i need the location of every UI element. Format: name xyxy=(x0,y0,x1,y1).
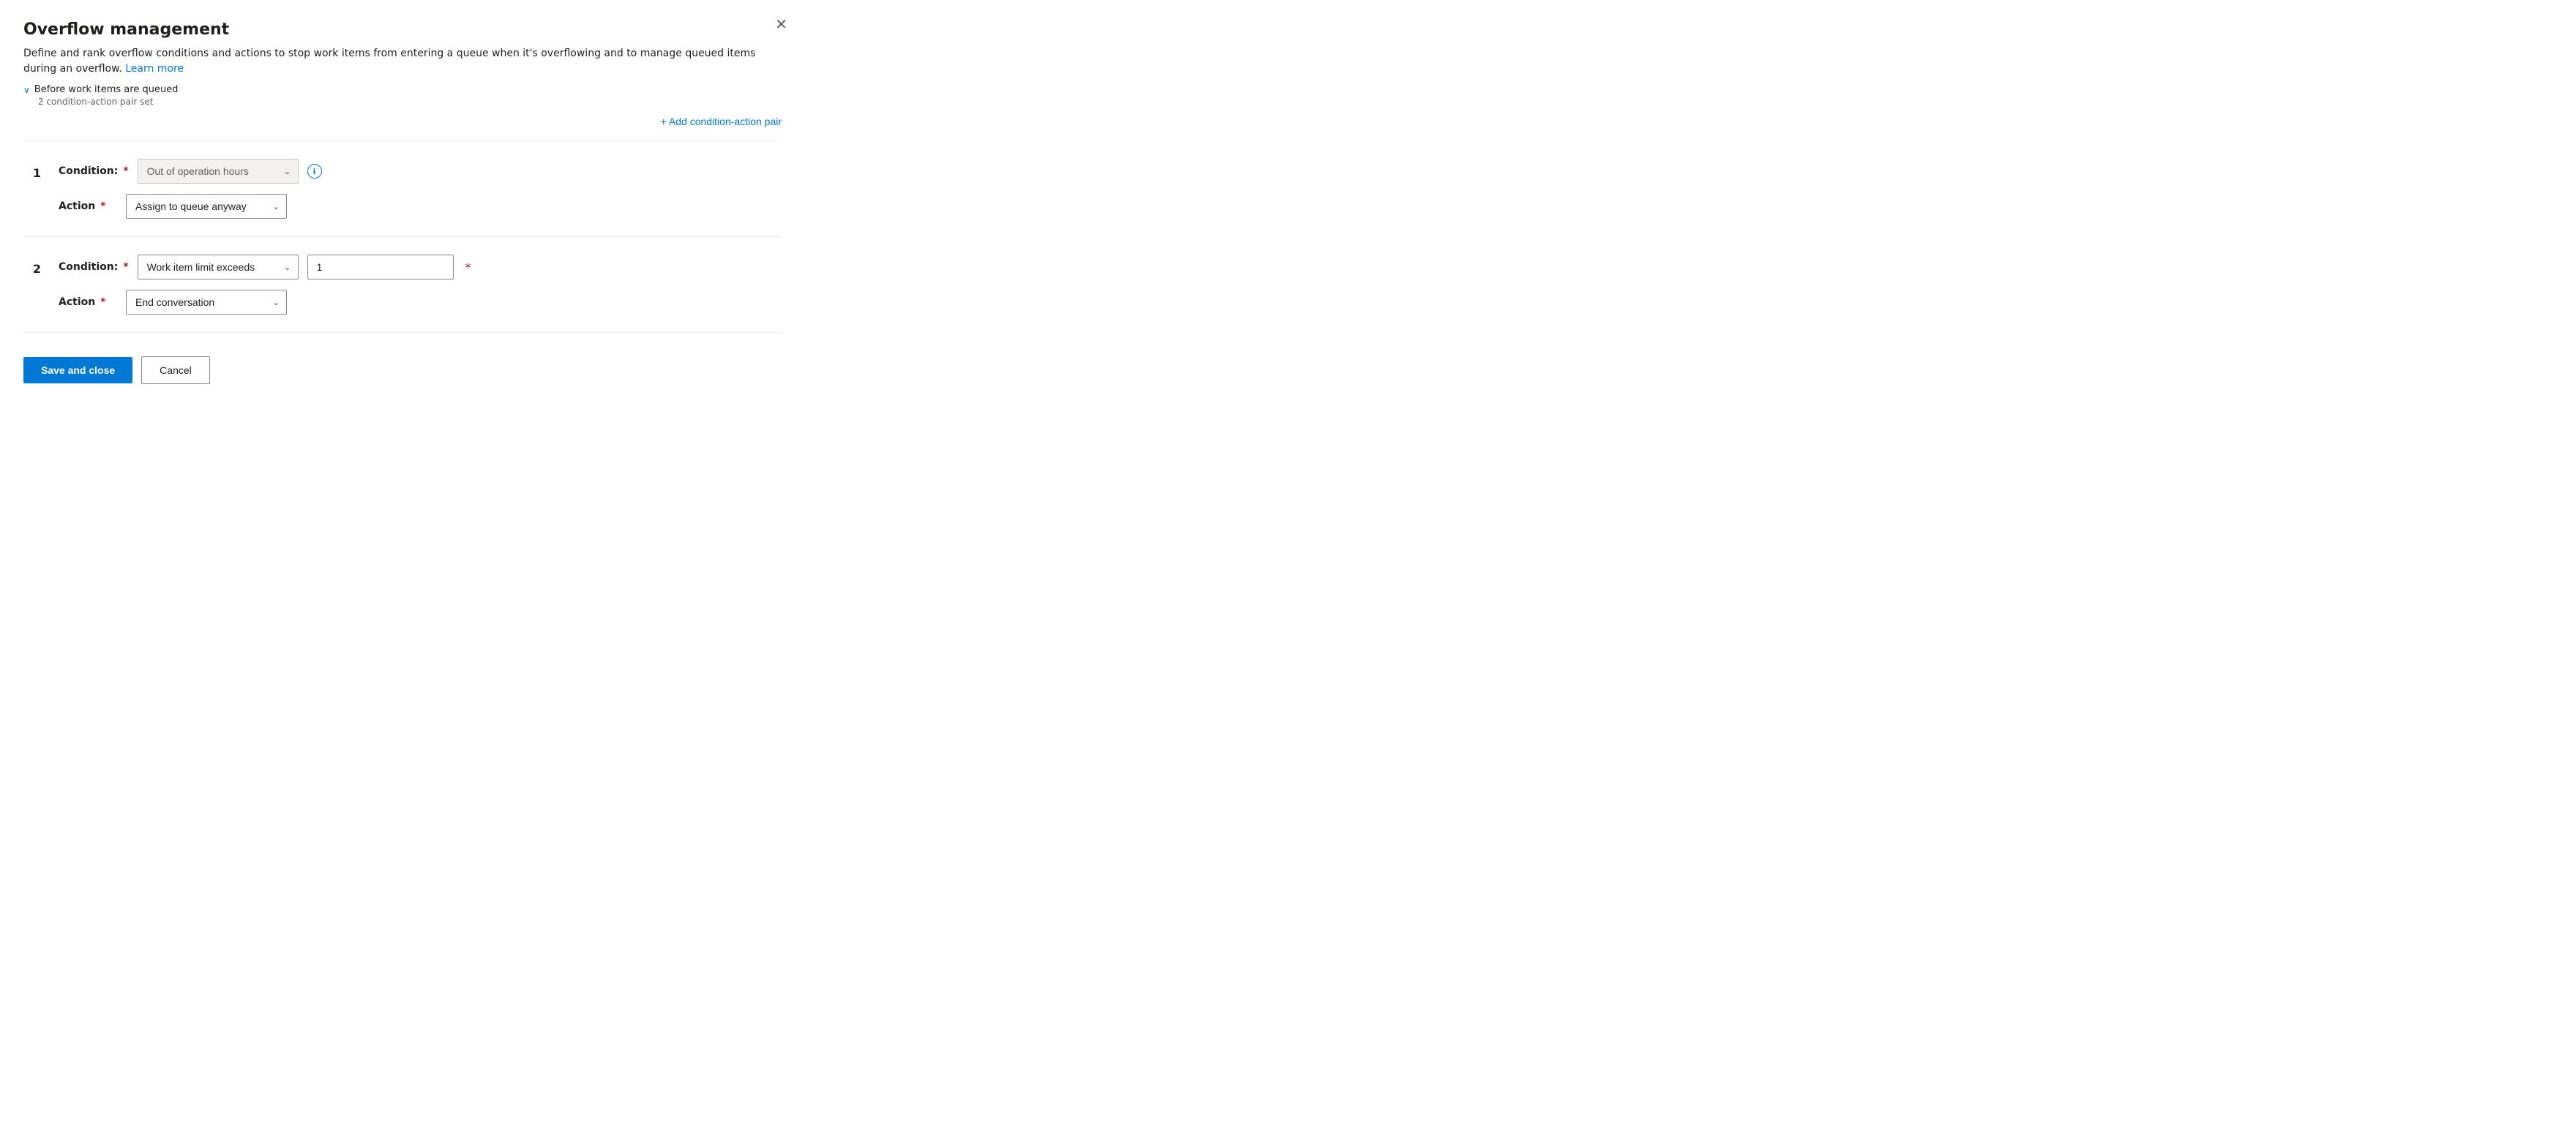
condition-label-1: Condition: * xyxy=(59,165,129,177)
action-label-2: Action * xyxy=(59,296,117,308)
required-star-condition-2: * xyxy=(123,261,128,273)
action-field-row-1: Action * Assign to queue anyway End conv… xyxy=(59,194,782,219)
info-icon-1[interactable]: i xyxy=(307,164,322,179)
condition-field-row-2: Condition: * Out of operation hours Work… xyxy=(59,255,782,279)
action-field-row-2: Action * Assign to queue anyway End conv… xyxy=(59,290,782,315)
required-star-condition-1: * xyxy=(123,165,128,177)
row-number-2: 2 xyxy=(23,255,41,276)
save-and-close-button[interactable]: Save and close xyxy=(23,357,132,383)
fields-col-1: Condition: * Out of operation hours Work… xyxy=(59,159,782,219)
condition-label-2: Condition: * xyxy=(59,261,129,273)
required-star-action-2: * xyxy=(100,296,105,308)
limit-input-required-star: * xyxy=(465,260,471,274)
condition-select-2[interactable]: Out of operation hours Work item limit e… xyxy=(138,255,299,279)
section-title: Before work items are queued xyxy=(34,84,179,95)
add-pair-row: + Add condition-action pair xyxy=(23,116,782,135)
required-star-action-1: * xyxy=(100,200,105,212)
condition-select-wrapper-1: Out of operation hours Work item limit e… xyxy=(138,159,299,184)
action-select-wrapper-1: Assign to queue anyway End conversation … xyxy=(126,194,287,219)
dialog-title: Overflow management xyxy=(23,20,782,39)
learn-more-link[interactable]: Learn more xyxy=(125,63,184,75)
condition-select-1[interactable]: Out of operation hours Work item limit e… xyxy=(138,159,299,184)
condition-field-row-1: Condition: * Out of operation hours Work… xyxy=(59,159,782,184)
fields-col-2: Condition: * Out of operation hours Work… xyxy=(59,255,782,315)
condition-select-wrapper-2: Out of operation hours Work item limit e… xyxy=(138,255,299,279)
action-select-2[interactable]: Assign to queue anyway End conversation xyxy=(126,290,287,315)
limit-input-2[interactable] xyxy=(307,255,454,279)
action-select-1[interactable]: Assign to queue anyway End conversation xyxy=(126,194,287,219)
overflow-management-dialog: ✕ Overflow management Define and rank ov… xyxy=(0,0,805,439)
close-button[interactable]: ✕ xyxy=(772,15,790,35)
cancel-button[interactable]: Cancel xyxy=(141,356,210,384)
section-header: ∨ Before work items are queued xyxy=(23,84,782,95)
row-number-1: 1 xyxy=(23,159,41,180)
action-label-1: Action * xyxy=(59,200,117,212)
add-condition-action-pair-button[interactable]: + Add condition-action pair xyxy=(661,116,782,127)
dialog-description: Define and rank overflow conditions and … xyxy=(23,46,782,77)
footer: Save and close Cancel xyxy=(23,356,782,384)
section-chevron-icon[interactable]: ∨ xyxy=(23,85,30,95)
condition-action-row-1: 1 Condition: * Out of operation hours Wo… xyxy=(23,141,782,237)
action-select-wrapper-2: Assign to queue anyway End conversation … xyxy=(126,290,287,315)
condition-action-row-2: 2 Condition: * Out of operation hours Wo… xyxy=(23,237,782,333)
pair-count-label: 2 condition-action pair set xyxy=(38,97,782,107)
